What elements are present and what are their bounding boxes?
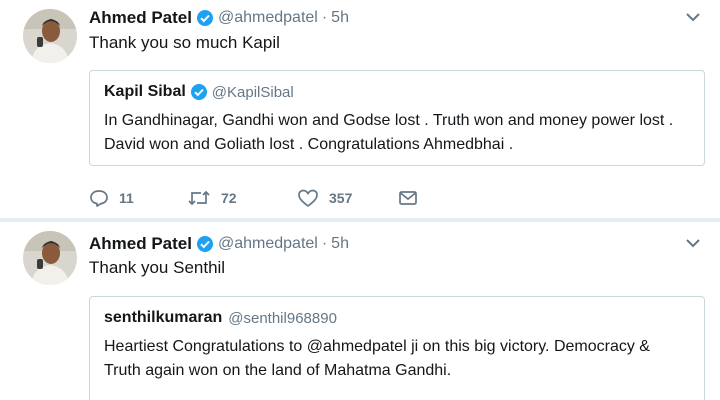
tweet-header: Ahmed Patel @ahmedpatel · 5h [89, 6, 349, 30]
tweet-1[interactable]: Ahmed Patel @ahmedpatel · 5h Thank you s… [0, 0, 720, 219]
like-count: 357 [329, 190, 353, 206]
quoted-tweet-text: In Gandhinagar, Gandhi won and Godse los… [104, 112, 674, 153]
reply-icon [90, 190, 108, 207]
quoted-tweet-header: senthilkumaran @senthil968890 [104, 309, 337, 327]
separator-dot: · [321, 235, 328, 252]
like-button[interactable]: 357 [297, 188, 397, 208]
avatar[interactable] [23, 231, 77, 285]
verified-badge-icon [190, 83, 208, 101]
separator-dot: · [321, 9, 328, 26]
reply-count: 11 [119, 190, 134, 206]
reply-button[interactable]: 11 [89, 188, 187, 208]
author-handle[interactable]: @ahmedpatel [218, 235, 318, 253]
heart-icon [298, 189, 318, 207]
author-name[interactable]: Ahmed Patel [89, 234, 192, 254]
quoted-tweet[interactable]: Kapil Sibal @KapilSibal In Gandhinagar, … [89, 70, 705, 166]
envelope-icon [399, 191, 417, 205]
tweet-text: Thank you so much Kapil [89, 33, 280, 52]
quoted-author-name: senthilkumaran [104, 309, 223, 326]
verified-badge-icon [196, 235, 214, 253]
quoted-tweet[interactable]: senthilkumaran @senthil968890 Heartiest … [89, 296, 705, 400]
chevron-down-icon[interactable] [684, 236, 702, 250]
tweet-text: Thank you Senthil [89, 258, 226, 277]
quoted-tweet-text: Heartiest Congratulations to @ahmedpatel… [104, 338, 650, 379]
author-name[interactable]: Ahmed Patel [89, 8, 192, 28]
quoted-author-handle: @senthil968890 [228, 309, 337, 327]
retweet-button[interactable]: 72 [187, 188, 297, 208]
tweet-header: Ahmed Patel @ahmedpatel · 5h [89, 232, 349, 256]
tweet-2[interactable]: Ahmed Patel @ahmedpatel · 5h Thank you S… [0, 222, 720, 400]
retweet-count: 72 [221, 190, 237, 206]
quoted-author-name: Kapil Sibal [104, 83, 186, 100]
retweet-icon [188, 190, 210, 206]
timestamp[interactable]: 5h [331, 9, 349, 27]
timestamp[interactable]: 5h [331, 235, 349, 253]
tweet-actions: 11 72 357 [89, 185, 419, 211]
author-handle[interactable]: @ahmedpatel [218, 9, 318, 27]
quoted-tweet-header: Kapil Sibal @KapilSibal [104, 83, 294, 101]
chevron-down-icon[interactable] [684, 10, 702, 24]
quoted-author-handle: @KapilSibal [211, 83, 294, 101]
direct-message-button[interactable] [397, 188, 419, 208]
verified-badge-icon [196, 9, 214, 27]
avatar[interactable] [23, 9, 77, 63]
